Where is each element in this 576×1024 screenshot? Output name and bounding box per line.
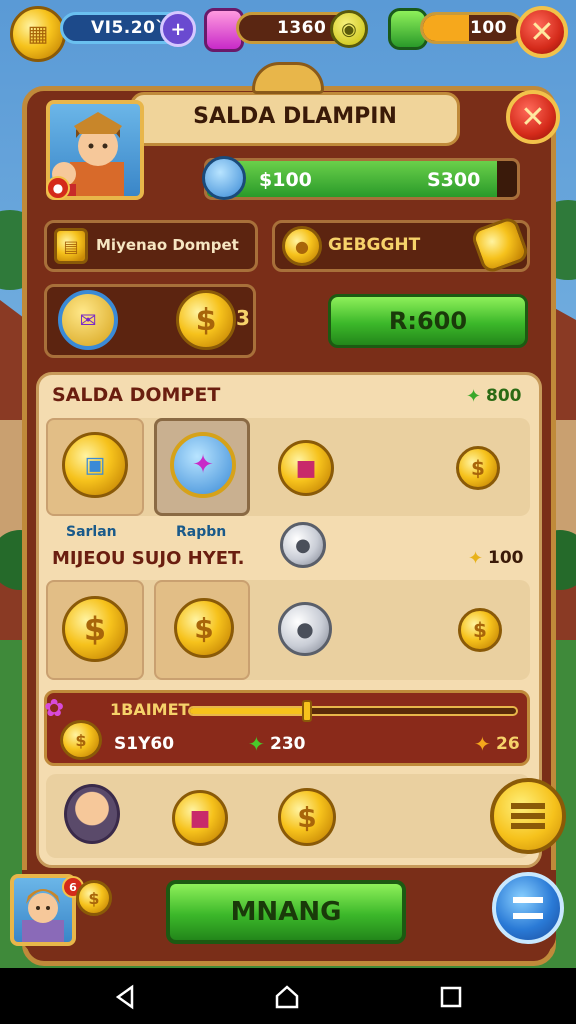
section2-star-icon: ✦ bbox=[468, 548, 484, 569]
progress-fill bbox=[190, 708, 308, 714]
home-icon[interactable] bbox=[274, 984, 300, 1010]
add-coins-button[interactable]: + bbox=[160, 11, 196, 47]
dollar-coin-icon: $ bbox=[176, 290, 236, 350]
currency-small-glyph: 3 bbox=[236, 306, 250, 330]
feather-token-icon: ✦ bbox=[170, 432, 236, 498]
exchange-button[interactable]: R:600 bbox=[328, 294, 528, 348]
panel-close-button[interactable]: ✕ bbox=[506, 90, 560, 144]
menu-button[interactable] bbox=[490, 778, 566, 854]
progress-mid-value: 230 bbox=[270, 734, 306, 754]
gold-coin-icon: ● bbox=[282, 226, 322, 266]
silver-coin-icon[interactable]: ● bbox=[278, 602, 332, 656]
flower-icon: ✿ bbox=[44, 694, 65, 722]
dollar-coin-icon[interactable]: $ bbox=[458, 608, 502, 652]
progress-label: 1BAIMET bbox=[110, 700, 190, 719]
back-icon[interactable] bbox=[112, 984, 138, 1010]
main-action-button[interactable]: MNANG bbox=[166, 880, 406, 944]
character-icon bbox=[64, 784, 120, 844]
wallet-icon: ▤ bbox=[54, 228, 88, 264]
close-icon: ✕ bbox=[529, 14, 555, 50]
section2-title: MIJEOU SUJO HYET. bbox=[52, 548, 245, 569]
recents-icon[interactable] bbox=[438, 984, 464, 1010]
tile-caption-2: Rapbn bbox=[176, 524, 227, 540]
section2-amount: 100 bbox=[488, 548, 524, 568]
close-icon: ✕ bbox=[520, 99, 546, 135]
exchange-button-label: R:600 bbox=[388, 307, 468, 335]
progress-track bbox=[188, 706, 518, 716]
dollar-coin-icon[interactable]: $ bbox=[278, 788, 336, 846]
dollar-coin-icon[interactable]: $ bbox=[456, 446, 500, 490]
panel-title: SALDA DLAMPIN bbox=[193, 104, 397, 129]
progress-right-star-icon: ✦ bbox=[474, 732, 491, 756]
balance-bar: $100 S300 bbox=[204, 158, 520, 200]
coin-icon: ▦ bbox=[10, 6, 66, 62]
gold-label: GEBGGHT bbox=[328, 235, 421, 255]
balance-left-value: $100 bbox=[259, 169, 312, 191]
silver-coin-icon: ● bbox=[280, 522, 326, 568]
progress-left-value: S1Y60 bbox=[114, 734, 175, 754]
envelope-token-icon[interactable]: ✉ bbox=[58, 290, 118, 350]
ornament-crest bbox=[252, 62, 324, 94]
energy-fill bbox=[423, 15, 469, 41]
main-action-label: MNANG bbox=[230, 897, 342, 927]
progress-right-value: 26 bbox=[496, 734, 520, 754]
section1-amount: 800 bbox=[486, 386, 522, 406]
ticket-coin-icon: ▣ bbox=[62, 432, 128, 498]
dollar-coin-icon: $ bbox=[62, 596, 128, 662]
tile-caption-1: Sarlan bbox=[66, 524, 117, 540]
energy-pill: 100 bbox=[420, 12, 524, 44]
coin-stack-icon: $ bbox=[60, 720, 102, 760]
gift-coin-icon[interactable]: ■ bbox=[172, 790, 228, 846]
energy-value: 100 bbox=[470, 18, 507, 38]
profile-badge-value: 6 bbox=[69, 880, 77, 894]
progress-knob[interactable] bbox=[301, 700, 312, 722]
list-icon bbox=[513, 897, 543, 919]
top-close-button[interactable]: ✕ bbox=[516, 6, 568, 58]
dollar-coin-icon: $ bbox=[174, 598, 234, 658]
section1-title: SALDA DOMPET bbox=[52, 384, 221, 406]
progress-mid-star-icon: ✦ bbox=[248, 732, 265, 756]
gems-value: 1360 bbox=[277, 18, 327, 38]
hamburger-icon bbox=[511, 803, 545, 829]
wallet-label: Miyenao Dompet bbox=[96, 236, 239, 254]
section1-star-icon: ✦ bbox=[466, 386, 482, 407]
avatar-badge: ● bbox=[46, 176, 70, 200]
plus-icon: + bbox=[170, 18, 186, 40]
fish-icon bbox=[202, 156, 246, 200]
dollar-coin-icon: $ bbox=[76, 880, 112, 916]
settings-button[interactable] bbox=[492, 872, 564, 944]
coins-value: VI5.20` bbox=[91, 18, 165, 38]
gem-add-button[interactable]: ◉ bbox=[330, 10, 368, 48]
balance-right-value: S300 bbox=[427, 169, 481, 191]
gift-coin-icon[interactable]: ■ bbox=[278, 440, 334, 496]
